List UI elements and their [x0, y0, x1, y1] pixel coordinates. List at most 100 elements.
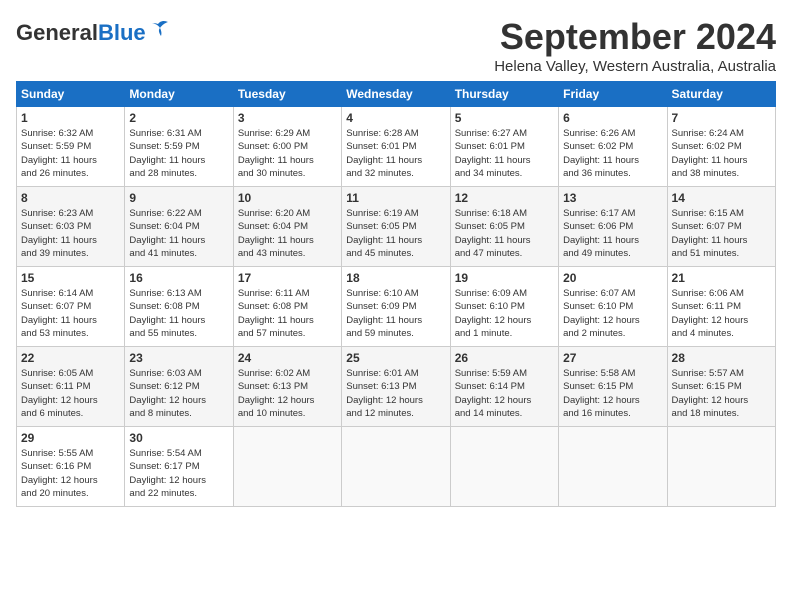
calendar-week-5: 29 Sunrise: 5:55 AMSunset: 6:16 PMDayligh…	[17, 427, 776, 507]
title-area: September 2024 Helena Valley, Western Au…	[494, 16, 776, 75]
calendar-week-2: 8 Sunrise: 6:23 AMSunset: 6:03 PMDaylight…	[17, 187, 776, 267]
table-row: 8 Sunrise: 6:23 AMSunset: 6:03 PMDaylight…	[17, 187, 125, 267]
day-info: Sunrise: 5:54 AMSunset: 6:17 PMDaylight:…	[129, 447, 228, 500]
calendar-table: SundayMondayTuesdayWednesdayThursdayFrid…	[16, 81, 776, 507]
weekday-header-sunday: Sunday	[17, 82, 125, 107]
table-row	[233, 427, 341, 507]
day-info: Sunrise: 6:18 AMSunset: 6:05 PMDaylight:…	[455, 207, 554, 260]
weekday-header-thursday: Thursday	[450, 82, 558, 107]
table-row: 1 Sunrise: 6:32 AMSunset: 5:59 PMDaylight…	[17, 107, 125, 187]
day-number: 30	[129, 431, 228, 445]
table-row: 6 Sunrise: 6:26 AMSunset: 6:02 PMDaylight…	[559, 107, 667, 187]
page-header: GeneralBlue September 2024 Helena Valley…	[16, 16, 776, 75]
logo-bird-icon	[148, 20, 170, 38]
day-info: Sunrise: 5:55 AMSunset: 6:16 PMDaylight:…	[21, 447, 120, 500]
table-row: 25 Sunrise: 6:01 AMSunset: 6:13 PMDayligh…	[342, 347, 450, 427]
table-row: 2Sunrise: 6:31 AMSunset: 5:59 PMDaylight…	[125, 107, 233, 187]
day-number: 16	[129, 271, 228, 285]
day-info: Sunrise: 6:32 AMSunset: 5:59 PMDaylight:…	[21, 127, 120, 180]
weekday-header-saturday: Saturday	[667, 82, 775, 107]
location-title: Helena Valley, Western Australia, Austra…	[494, 58, 776, 75]
day-number: 19	[455, 271, 554, 285]
table-row: 23 Sunrise: 6:03 AMSunset: 6:12 PMDayligh…	[125, 347, 233, 427]
day-number: 28	[672, 351, 771, 365]
day-number: 29	[21, 431, 120, 445]
calendar-week-4: 22Sunrise: 6:05 AMSunset: 6:11 PMDayligh…	[17, 347, 776, 427]
table-row: 24Sunrise: 6:02 AMSunset: 6:13 PMDayligh…	[233, 347, 341, 427]
day-info: Sunrise: 6:02 AMSunset: 6:13 PMDaylight:…	[238, 367, 337, 420]
day-info: Sunrise: 5:57 AMSunset: 6:15 PMDaylight:…	[672, 367, 771, 420]
table-row	[450, 427, 558, 507]
day-info: Sunrise: 6:20 AMSunset: 6:04 PMDaylight:…	[238, 207, 337, 260]
table-row: 11 Sunrise: 6:19 AMSunset: 6:05 PMDayligh…	[342, 187, 450, 267]
day-number: 11	[346, 191, 445, 205]
day-info: Sunrise: 6:13 AMSunset: 6:08 PMDaylight:…	[129, 287, 228, 340]
table-row: 17 Sunrise: 6:11 AMSunset: 6:08 PMDayligh…	[233, 267, 341, 347]
logo-general: General	[16, 20, 98, 45]
day-number: 15	[21, 271, 120, 285]
day-info: Sunrise: 6:24 AMSunset: 6:02 PMDaylight:…	[672, 127, 771, 180]
day-number: 14	[672, 191, 771, 205]
table-row: 26 Sunrise: 5:59 AMSunset: 6:14 PMDayligh…	[450, 347, 558, 427]
day-info: Sunrise: 6:17 AMSunset: 6:06 PMDaylight:…	[563, 207, 662, 260]
table-row: 3 Sunrise: 6:29 AMSunset: 6:00 PMDaylight…	[233, 107, 341, 187]
table-row	[667, 427, 775, 507]
day-number: 7	[672, 111, 771, 125]
day-info: Sunrise: 6:31 AMSunset: 5:59 PMDaylight:…	[129, 127, 228, 180]
day-info: Sunrise: 5:59 AMSunset: 6:14 PMDaylight:…	[455, 367, 554, 420]
weekday-header-tuesday: Tuesday	[233, 82, 341, 107]
calendar-week-1: 1 Sunrise: 6:32 AMSunset: 5:59 PMDaylight…	[17, 107, 776, 187]
day-info: Sunrise: 6:26 AMSunset: 6:02 PMDaylight:…	[563, 127, 662, 180]
day-number: 10	[238, 191, 337, 205]
day-info: Sunrise: 6:01 AMSunset: 6:13 PMDaylight:…	[346, 367, 445, 420]
day-number: 17	[238, 271, 337, 285]
day-number: 4	[346, 111, 445, 125]
logo: GeneralBlue	[16, 20, 170, 46]
table-row: 28 Sunrise: 5:57 AMSunset: 6:15 PMDayligh…	[667, 347, 775, 427]
month-title: September 2024	[494, 16, 776, 58]
day-info: Sunrise: 6:23 AMSunset: 6:03 PMDaylight:…	[21, 207, 120, 260]
day-info: Sunrise: 6:15 AMSunset: 6:07 PMDaylight:…	[672, 207, 771, 260]
day-info: Sunrise: 6:29 AMSunset: 6:00 PMDaylight:…	[238, 127, 337, 180]
day-info: Sunrise: 6:05 AMSunset: 6:11 PMDaylight:…	[21, 367, 120, 420]
weekday-header-row: SundayMondayTuesdayWednesdayThursdayFrid…	[17, 82, 776, 107]
day-info: Sunrise: 6:07 AMSunset: 6:10 PMDaylight:…	[563, 287, 662, 340]
day-number: 25	[346, 351, 445, 365]
table-row: 12Sunrise: 6:18 AMSunset: 6:05 PMDayligh…	[450, 187, 558, 267]
table-row: 27Sunrise: 5:58 AMSunset: 6:15 PMDayligh…	[559, 347, 667, 427]
table-row: 21 Sunrise: 6:06 AMSunset: 6:11 PMDayligh…	[667, 267, 775, 347]
day-info: Sunrise: 6:11 AMSunset: 6:08 PMDaylight:…	[238, 287, 337, 340]
day-number: 3	[238, 111, 337, 125]
day-number: 6	[563, 111, 662, 125]
day-info: Sunrise: 6:28 AMSunset: 6:01 PMDaylight:…	[346, 127, 445, 180]
day-info: Sunrise: 5:58 AMSunset: 6:15 PMDaylight:…	[563, 367, 662, 420]
table-row: 13 Sunrise: 6:17 AMSunset: 6:06 PMDayligh…	[559, 187, 667, 267]
day-number: 8	[21, 191, 120, 205]
day-number: 23	[129, 351, 228, 365]
weekday-header-wednesday: Wednesday	[342, 82, 450, 107]
day-number: 26	[455, 351, 554, 365]
table-row: 22Sunrise: 6:05 AMSunset: 6:11 PMDayligh…	[17, 347, 125, 427]
day-number: 1	[21, 111, 120, 125]
day-info: Sunrise: 6:27 AMSunset: 6:01 PMDaylight:…	[455, 127, 554, 180]
day-info: Sunrise: 6:19 AMSunset: 6:05 PMDaylight:…	[346, 207, 445, 260]
day-info: Sunrise: 6:06 AMSunset: 6:11 PMDaylight:…	[672, 287, 771, 340]
day-number: 20	[563, 271, 662, 285]
day-info: Sunrise: 6:03 AMSunset: 6:12 PMDaylight:…	[129, 367, 228, 420]
table-row: 9Sunrise: 6:22 AMSunset: 6:04 PMDaylight…	[125, 187, 233, 267]
table-row: 29 Sunrise: 5:55 AMSunset: 6:16 PMDayligh…	[17, 427, 125, 507]
table-row: 5Sunrise: 6:27 AMSunset: 6:01 PMDaylight…	[450, 107, 558, 187]
day-number: 21	[672, 271, 771, 285]
weekday-header-monday: Monday	[125, 82, 233, 107]
table-row: 19 Sunrise: 6:09 AMSunset: 6:10 PMDayligh…	[450, 267, 558, 347]
table-row: 7 Sunrise: 6:24 AMSunset: 6:02 PMDaylight…	[667, 107, 775, 187]
table-row	[559, 427, 667, 507]
day-info: Sunrise: 6:22 AMSunset: 6:04 PMDaylight:…	[129, 207, 228, 260]
table-row: 20 Sunrise: 6:07 AMSunset: 6:10 PMDayligh…	[559, 267, 667, 347]
day-number: 13	[563, 191, 662, 205]
calendar-week-3: 15Sunrise: 6:14 AMSunset: 6:07 PMDayligh…	[17, 267, 776, 347]
day-info: Sunrise: 6:09 AMSunset: 6:10 PMDaylight:…	[455, 287, 554, 340]
table-row: 16 Sunrise: 6:13 AMSunset: 6:08 PMDayligh…	[125, 267, 233, 347]
table-row: 10 Sunrise: 6:20 AMSunset: 6:04 PMDayligh…	[233, 187, 341, 267]
table-row: 15Sunrise: 6:14 AMSunset: 6:07 PMDayligh…	[17, 267, 125, 347]
